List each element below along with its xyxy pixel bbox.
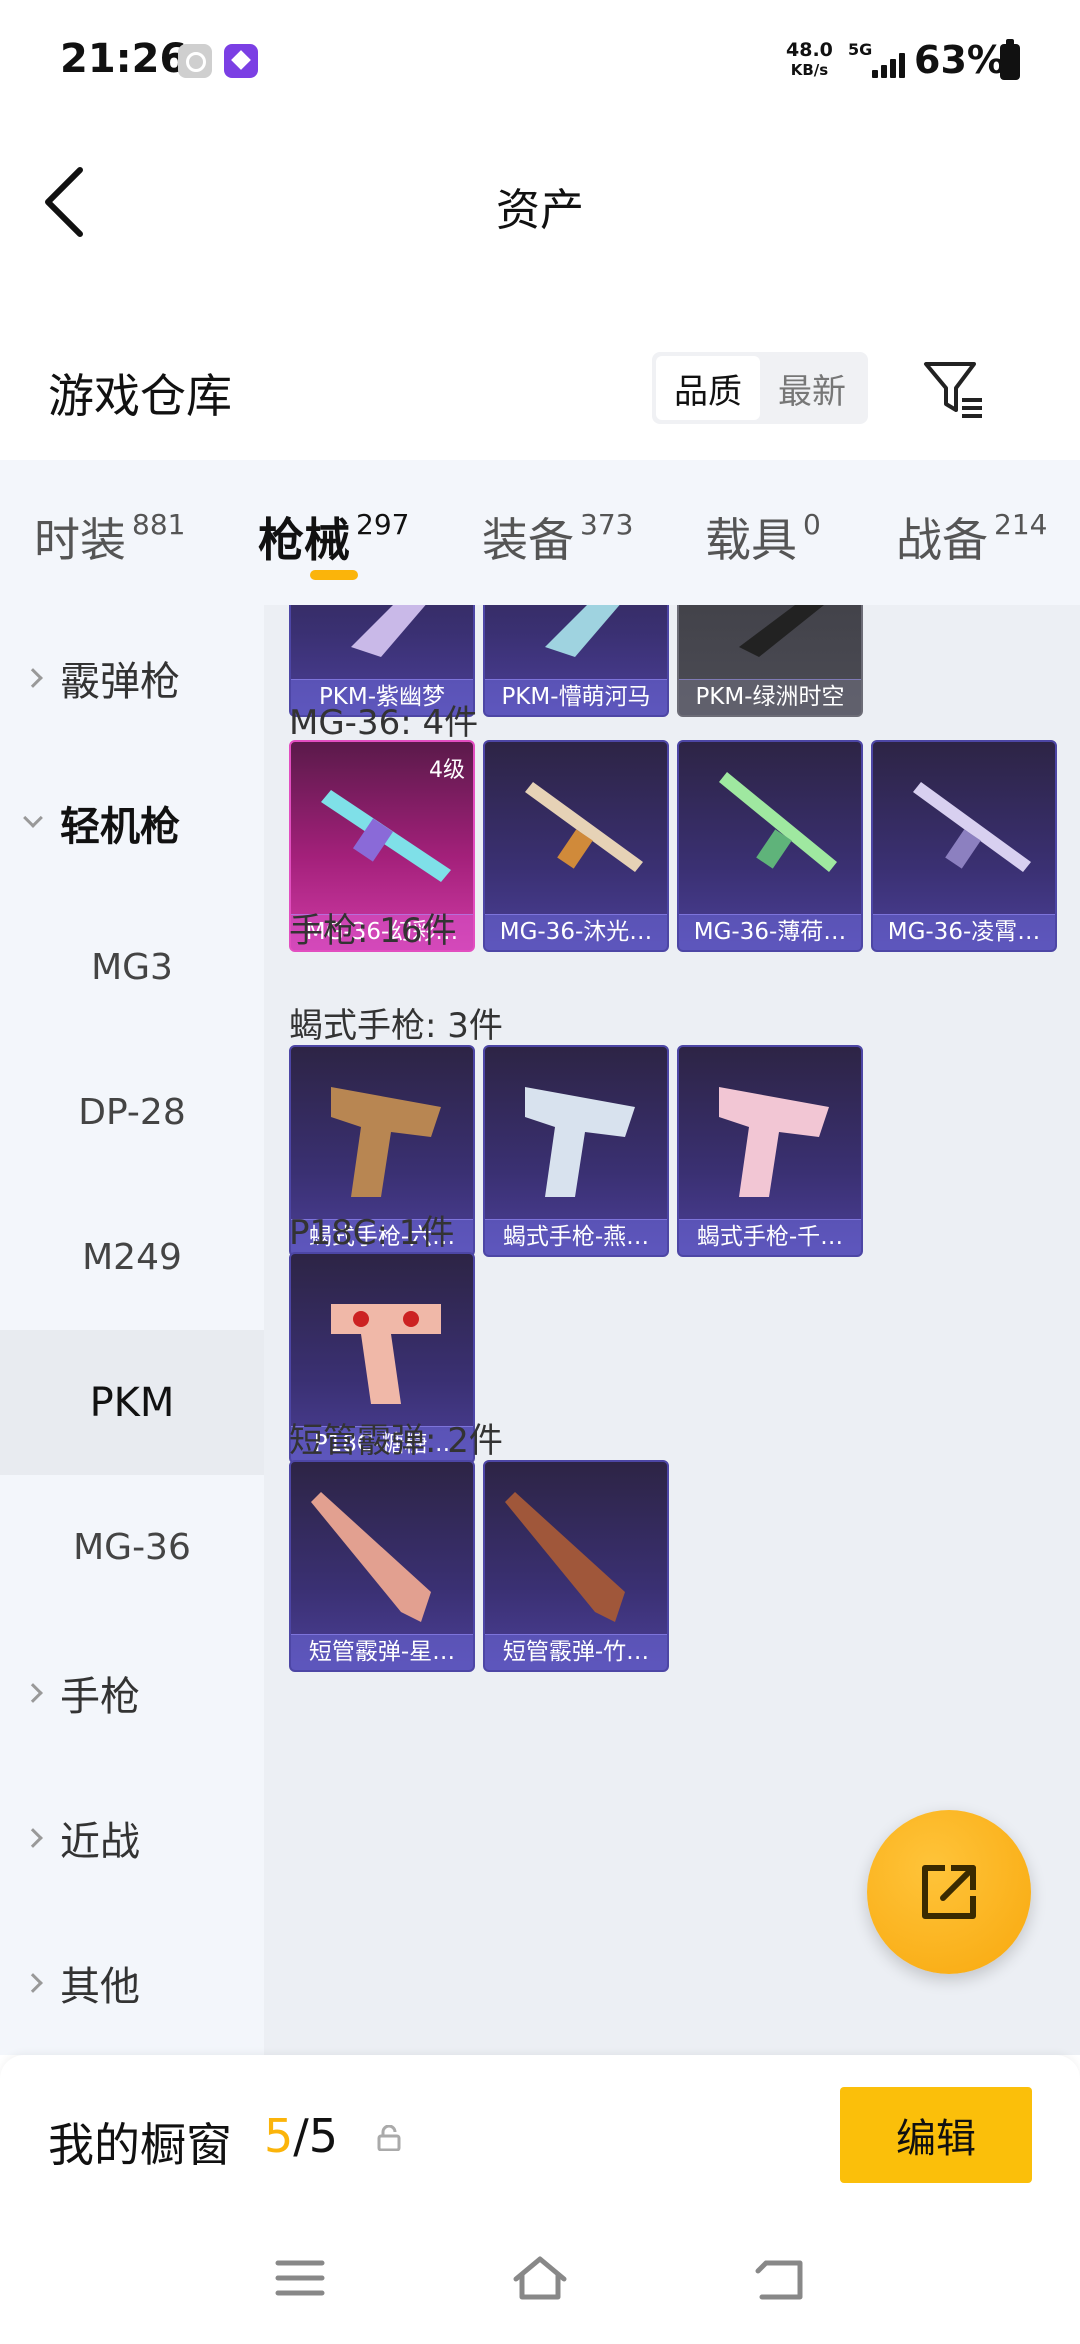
showcase-count: 5/5 (264, 2109, 339, 2163)
item-card[interactable]: MG-36-沐光… (483, 740, 669, 952)
chevron-right-icon (23, 1827, 43, 1848)
share-button[interactable] (867, 1810, 1031, 1974)
weapon-image (719, 1087, 829, 1197)
system-nav-bar (0, 2215, 1080, 2344)
tab-fashion[interactable]: 时装 881 (34, 504, 185, 570)
warehouse-title: 游戏仓库 (48, 369, 232, 423)
home-icon[interactable] (510, 2253, 570, 2303)
tab-weapons[interactable]: 枪械 297 (258, 504, 409, 570)
status-bar: 21:26 48.0 KB/s 5G 63% (0, 0, 1080, 122)
subcategory-dp28[interactable]: DP-28 (0, 1040, 264, 1185)
battery-percent: 63% (914, 38, 1005, 82)
item-card[interactable]: 蝎式手枪-燕… (483, 1045, 669, 1257)
weapon-image (525, 782, 643, 872)
item-card[interactable]: 短管霰弹-星… (289, 1460, 475, 1672)
chevron-right-icon (23, 1682, 43, 1703)
weapon-image (913, 782, 1031, 872)
weapon-image (739, 605, 824, 657)
weapon-image (331, 1304, 441, 1404)
weapon-image (719, 772, 837, 872)
subcategory-mg3[interactable]: MG3 (0, 895, 264, 1040)
warehouse-header: 游戏仓库 品质 最新 (0, 340, 1080, 460)
section-title-scorpion: 蝎式手枪: 3件 (289, 1006, 503, 1046)
tab-equipment[interactable]: 装备 373 (482, 504, 633, 570)
category-pistol[interactable]: 手枪 (0, 1620, 264, 1765)
status-time: 21:26 (60, 36, 188, 82)
weapon-image (331, 1087, 441, 1197)
weapon-image (351, 605, 426, 657)
weapon-category-list: 霰弹枪 轻机枪 MG3 DP-28 M249 PKM MG-36 手枪 近战 其… (0, 605, 264, 2055)
showcase-label: 我的橱窗 (48, 2118, 232, 2172)
network-speed: 48.0 KB/s (786, 39, 833, 79)
category-melee[interactable]: 近战 (0, 1765, 264, 1910)
item-card[interactable]: MG-36-凌霄… (871, 740, 1057, 952)
page-title: 资产 (496, 185, 584, 236)
weapon-image (545, 605, 620, 657)
subcategory-pkm[interactable]: PKM (0, 1330, 264, 1475)
sort-quality-button[interactable]: 品质 (656, 356, 760, 420)
subcategory-m249[interactable]: M249 (0, 1185, 264, 1330)
section-title-pistol: 手枪: 16件 (289, 911, 457, 951)
showcase-bar: 我的橱窗 5/5 编辑 (0, 2055, 1080, 2215)
battery-icon (1000, 39, 1020, 80)
chevron-down-icon (23, 807, 43, 828)
filter-button[interactable] (920, 358, 990, 422)
item-card[interactable]: MG-36-薄荷… (677, 740, 863, 952)
filter-icon (924, 362, 982, 418)
item-card[interactable]: 短管霰弹-竹… (483, 1460, 669, 1672)
item-card[interactable]: 蝎式手枪-千… (677, 1045, 863, 1257)
item-card[interactable]: PKM-懵萌河马 (483, 605, 669, 717)
active-tab-indicator (310, 570, 358, 580)
weapon-image (505, 1492, 625, 1622)
back-nav-icon[interactable] (750, 2253, 810, 2303)
chevron-right-icon (23, 1972, 43, 1993)
category-other[interactable]: 其他 (0, 1910, 264, 2055)
item-card[interactable]: PKM-绿洲时空 (677, 605, 863, 717)
category-tabs: 时装 881 枪械 297 装备 373 载具 0 战备 214 (0, 460, 1080, 605)
weapon-image (525, 1087, 635, 1197)
section-title-p18c: P18C: 1件 (289, 1213, 455, 1253)
category-shotgun[interactable]: 霰弹枪 (0, 605, 264, 750)
lock-icon (377, 2125, 401, 2151)
section-title-sawed: 短管霰弹: 2件 (289, 1421, 503, 1461)
tab-vehicles[interactable]: 载具 0 (705, 504, 821, 570)
signal-icon (866, 52, 906, 78)
subcategory-mg36[interactable]: MG-36 (0, 1475, 264, 1620)
edit-button[interactable]: 编辑 (840, 2087, 1032, 2183)
tab-supplies[interactable]: 战备 214 (896, 504, 1047, 570)
chevron-right-icon (23, 667, 43, 688)
level-badge: 4级 (429, 758, 465, 783)
sort-toggle: 品质 最新 (652, 352, 868, 424)
settings-app-icon (178, 44, 212, 78)
share-icon (922, 1865, 976, 1919)
menu-icon[interactable] (270, 2253, 330, 2303)
category-lmg[interactable]: 轻机枪 (0, 750, 264, 895)
weapon-image (311, 1492, 431, 1622)
notification-app-icon (224, 44, 258, 78)
app-header: 资产 (0, 122, 1080, 272)
section-title-mg36: MG-36: 4件 (289, 703, 479, 743)
sort-newest-button[interactable]: 最新 (760, 356, 864, 420)
